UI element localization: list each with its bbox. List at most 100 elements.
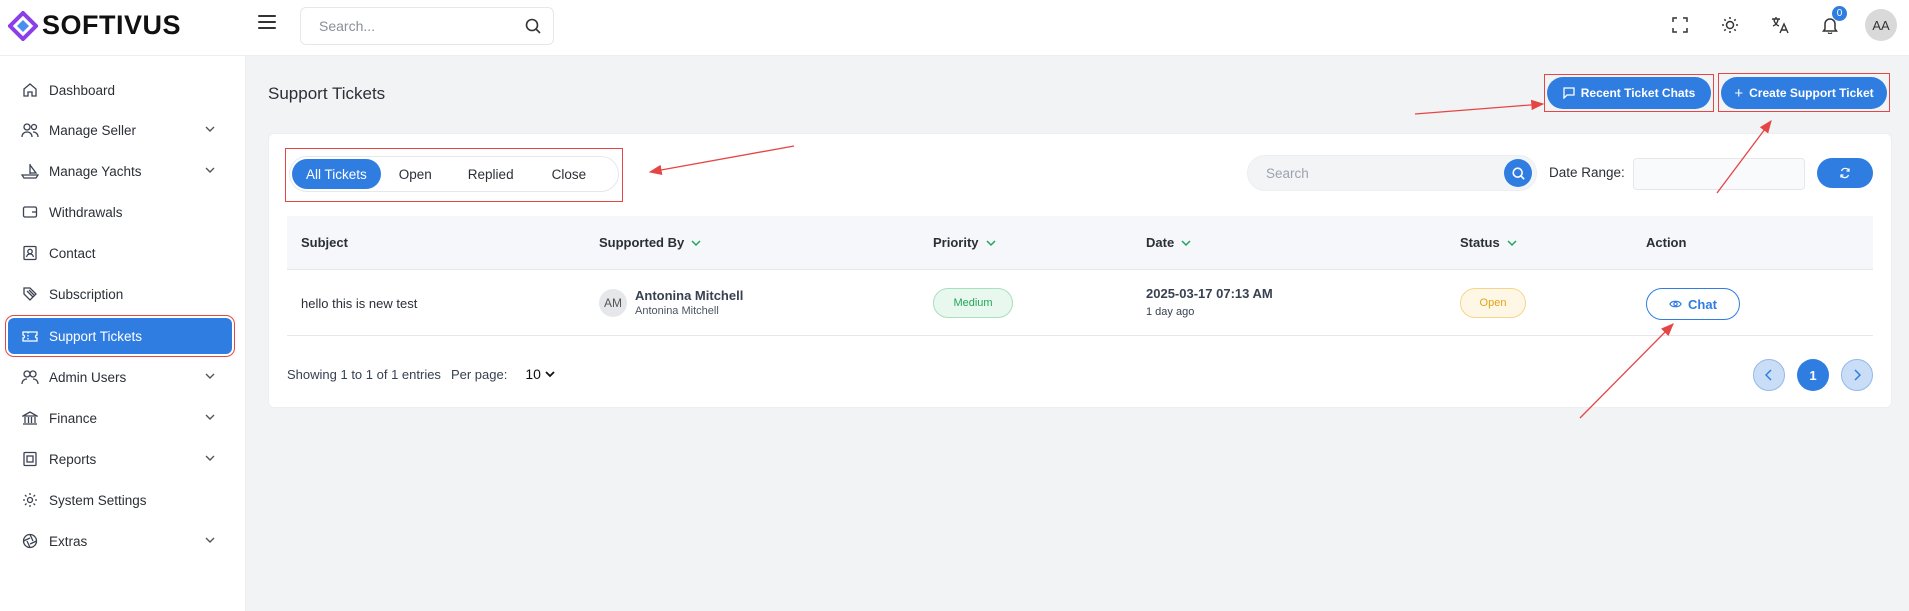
- admin-users-icon: [21, 368, 39, 386]
- table-search-input[interactable]: [1266, 165, 1504, 181]
- sidebar: Dashboard Manage Seller Manage Yachts Wi…: [0, 56, 246, 611]
- avatar: AM: [599, 288, 627, 317]
- global-search-input[interactable]: [319, 18, 525, 34]
- sidebar-item-label: Finance: [49, 410, 98, 426]
- eye-icon: [1669, 300, 1682, 308]
- page-title: Support Tickets: [268, 84, 386, 103]
- sidebar-item-support-tickets[interactable]: Support Tickets: [5, 315, 235, 357]
- chevron-down-icon: [205, 537, 215, 543]
- sidebar-item-extras[interactable]: Extras: [8, 523, 232, 559]
- pagination: 1: [1753, 359, 1873, 391]
- top-bar: SOFTIVUS 0 AA: [0, 0, 1909, 56]
- column-date[interactable]: Date: [1146, 235, 1192, 250]
- bell-icon[interactable]: 0: [1815, 6, 1847, 40]
- sidebar-item-label: Manage Seller: [49, 122, 137, 138]
- chevron-left-icon: [1765, 369, 1772, 381]
- wallet-icon: [21, 203, 39, 221]
- create-support-ticket-button[interactable]: + Create Support Ticket: [1721, 77, 1887, 109]
- notification-badge: 0: [1832, 6, 1847, 21]
- sidebar-item-label: Dashboard: [49, 82, 116, 98]
- chat-button[interactable]: Chat: [1646, 288, 1740, 320]
- sidebar-item-label: System Settings: [49, 492, 147, 508]
- user-avatar[interactable]: AA: [1865, 9, 1897, 41]
- recent-ticket-chats-button[interactable]: Recent Ticket Chats: [1547, 77, 1711, 109]
- search-icon: [1511, 166, 1525, 180]
- tickets-card: All Tickets Open Replied Close Date Rang…: [268, 133, 1892, 408]
- chevron-down-icon: [205, 455, 215, 461]
- sort-chevron-icon: [985, 239, 996, 246]
- menu-toggle-icon[interactable]: [258, 15, 276, 31]
- tab-replied[interactable]: Replied: [450, 159, 532, 189]
- global-search[interactable]: [300, 7, 554, 45]
- sidebar-item-manage-seller[interactable]: Manage Seller: [8, 112, 232, 148]
- sidebar-item-label: Support Tickets: [49, 328, 143, 344]
- sidebar-item-label: Contact: [49, 245, 96, 261]
- date-cell: 2025-03-17 07:13 AM 1 day ago: [1146, 286, 1273, 318]
- chevron-down-icon: [205, 414, 215, 420]
- per-page-select[interactable]: 10: [525, 366, 555, 382]
- users-icon: [21, 121, 39, 139]
- date-range-input[interactable]: [1633, 158, 1805, 190]
- chevron-down-icon: [205, 373, 215, 379]
- search-icon[interactable]: [525, 18, 541, 34]
- app-logo[interactable]: SOFTIVUS: [8, 10, 181, 41]
- refresh-button[interactable]: [1817, 158, 1873, 188]
- sidebar-item-label: Withdrawals: [49, 204, 123, 220]
- tab-close[interactable]: Close: [534, 159, 605, 189]
- aperture-icon: [21, 532, 39, 550]
- table-footer: Showing 1 to 1 of 1 entries Per page: 10: [287, 366, 555, 382]
- fullscreen-icon[interactable]: [1665, 10, 1695, 40]
- chevron-down-icon: [205, 167, 215, 173]
- column-supported-by[interactable]: Supported By: [599, 235, 702, 250]
- tag-icon: [21, 285, 39, 303]
- search-button[interactable]: [1504, 159, 1532, 187]
- translate-icon[interactable]: [1765, 10, 1795, 40]
- sidebar-item-subscription[interactable]: Subscription: [8, 276, 232, 312]
- column-action: Action: [1646, 235, 1687, 250]
- sidebar-item-manage-yachts[interactable]: Manage Yachts: [8, 153, 232, 189]
- sidebar-item-withdrawals[interactable]: Withdrawals: [8, 194, 232, 230]
- page-number[interactable]: 1: [1797, 359, 1829, 391]
- gear-icon: [21, 491, 39, 509]
- date-range-label: Date Range:: [1549, 165, 1625, 180]
- sidebar-item-finance[interactable]: Finance: [8, 400, 232, 436]
- table-search[interactable]: [1247, 155, 1537, 191]
- entries-info: Showing 1 to 1 of 1 entries: [287, 366, 441, 382]
- sidebar-item-dashboard[interactable]: Dashboard: [8, 72, 232, 108]
- sidebar-item-label: Manage Yachts: [49, 163, 142, 179]
- ticket-icon: [21, 327, 39, 345]
- column-priority[interactable]: Priority: [933, 235, 997, 250]
- sidebar-item-admin-users[interactable]: Admin Users: [8, 359, 232, 395]
- prev-page-button[interactable]: [1753, 359, 1785, 391]
- refresh-icon: [1840, 167, 1850, 179]
- tab-open[interactable]: Open: [383, 159, 448, 189]
- next-page-button[interactable]: [1841, 359, 1873, 391]
- table-header: Subject Supported By Priority Date Statu…: [287, 216, 1873, 270]
- sidebar-item-reports[interactable]: Reports: [8, 441, 232, 477]
- column-status[interactable]: Status: [1460, 235, 1518, 250]
- contact-icon: [21, 244, 39, 262]
- annotation-arrow: [1414, 99, 1545, 115]
- table-row: hello this is new test AM Antonina Mitch…: [287, 270, 1873, 336]
- report-icon: [21, 450, 39, 468]
- sun-icon[interactable]: [1715, 10, 1745, 40]
- boat-icon: [21, 162, 39, 180]
- app-name: SOFTIVUS: [42, 10, 182, 40]
- topbar-actions: 0 AA: [1665, 6, 1909, 41]
- ticket-subject: hello this is new test: [301, 296, 418, 311]
- supporter-subtext: Antonina Mitchell: [635, 305, 719, 317]
- supporter-name: Antonina Mitchell: [635, 288, 744, 303]
- status-badge: Open: [1460, 288, 1526, 318]
- softivus-logo-icon: [8, 10, 38, 41]
- tab-all-tickets[interactable]: All Tickets: [292, 159, 381, 189]
- chevron-down-icon: [545, 371, 555, 378]
- chevron-right-icon: [1854, 369, 1861, 381]
- sort-chevron-icon: [1507, 239, 1517, 246]
- bank-icon: [21, 409, 39, 427]
- sidebar-item-system-settings[interactable]: System Settings: [8, 482, 232, 518]
- ticket-filter-tabs: All Tickets Open Replied Close: [289, 156, 619, 192]
- per-page-label: Per page:: [450, 366, 508, 382]
- sidebar-item-label: Reports: [49, 451, 97, 467]
- sidebar-item-contact[interactable]: Contact: [8, 235, 232, 271]
- sort-chevron-icon: [691, 239, 701, 246]
